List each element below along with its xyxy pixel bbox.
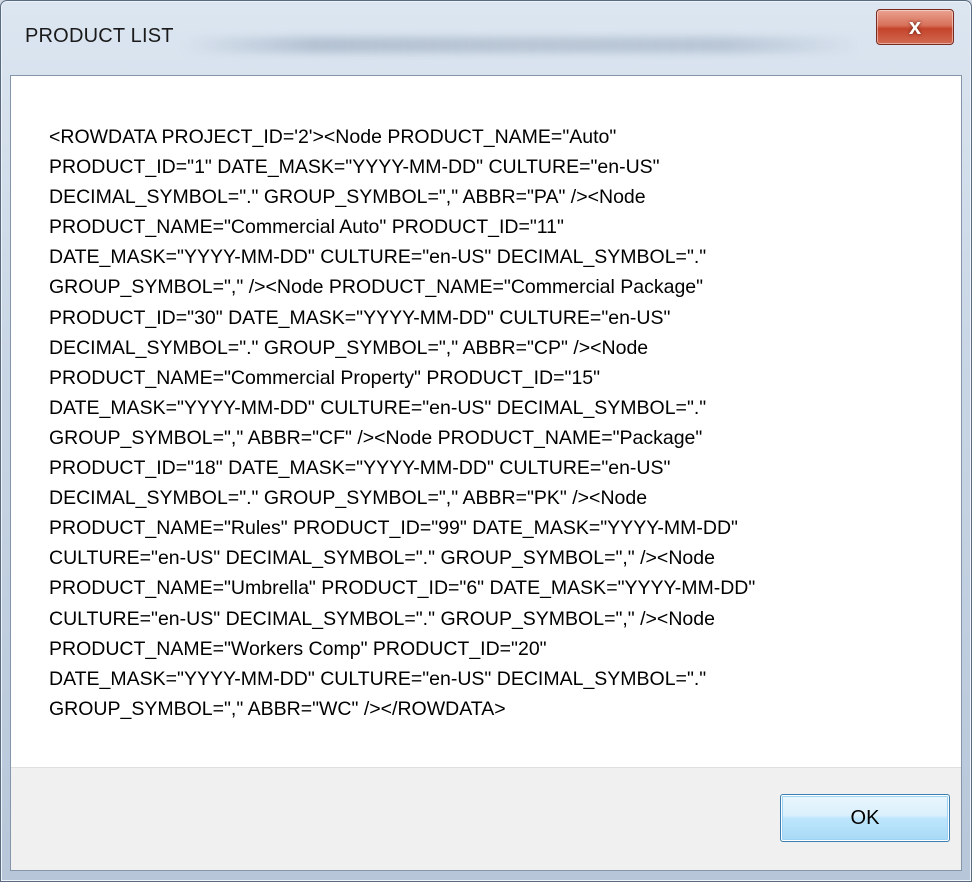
message-line: DATE_MASK="YYYY-MM-DD" CULTURE="en-US" D… <box>49 667 707 690</box>
title-bar[interactable]: PRODUCT LIST x <box>1 1 971 75</box>
message-line: CULTURE="en-US" DECIMAL_SYMBOL="." GROUP… <box>49 547 715 570</box>
message-line: PRODUCT_NAME="Rules" PRODUCT_ID="99" DAT… <box>49 517 738 540</box>
message-box-window: PRODUCT LIST x <ROWDATA PROJECT_ID='2'><… <box>0 0 972 882</box>
message-line: PRODUCT_ID="30" DATE_MASK="YYYY-MM-DD" C… <box>49 306 671 329</box>
message-line: PRODUCT_ID="1" DATE_MASK="YYYY-MM-DD" CU… <box>49 156 660 179</box>
message-line: DATE_MASK="YYYY-MM-DD" CULTURE="en-US" D… <box>49 396 707 419</box>
message-line: PRODUCT_NAME="Commercial Property" PRODU… <box>49 366 601 389</box>
ok-button[interactable]: OK <box>780 794 950 842</box>
message-line: CULTURE="en-US" DECIMAL_SYMBOL="." GROUP… <box>49 607 715 630</box>
message-line: DECIMAL_SYMBOL="." GROUP_SYMBOL="," ABBR… <box>49 336 649 359</box>
message-line: GROUP_SYMBOL="," ABBR="WC" /></ROWDATA> <box>49 697 506 720</box>
message-line: PRODUCT_NAME="Workers Comp" PRODUCT_ID="… <box>49 637 547 660</box>
message-line: PRODUCT_NAME="Commercial Auto" PRODUCT_I… <box>49 216 564 239</box>
message-line: <ROWDATA PROJECT_ID='2'><Node PRODUCT_NA… <box>49 126 617 148</box>
window-title: PRODUCT LIST <box>25 25 174 47</box>
close-icon: x <box>908 14 922 39</box>
dialog-content: <ROWDATA PROJECT_ID='2'><Node PRODUCT_NA… <box>10 75 962 871</box>
message-line: GROUP_SYMBOL="," /><Node PRODUCT_NAME="C… <box>49 276 704 299</box>
message-line: PRODUCT_NAME="Umbrella" PRODUCT_ID="6" D… <box>49 577 756 600</box>
close-button[interactable]: x <box>876 9 954 45</box>
message-line: PRODUCT_ID="18" DATE_MASK="YYYY-MM-DD" C… <box>49 457 671 480</box>
message-line: DATE_MASK="YYYY-MM-DD" CULTURE="en-US" D… <box>49 246 707 269</box>
title-bar-background-blur <box>181 37 861 53</box>
message-text: <ROWDATA PROJECT_ID='2'><Node PRODUCT_NA… <box>49 122 919 724</box>
message-line: DECIMAL_SYMBOL="." GROUP_SYMBOL="," ABBR… <box>49 186 646 209</box>
button-bar: OK <box>11 767 961 870</box>
message-line: GROUP_SYMBOL="," ABBR="CF" /><Node PRODU… <box>49 426 703 449</box>
message-line: DECIMAL_SYMBOL="." GROUP_SYMBOL="," ABBR… <box>49 487 648 510</box>
